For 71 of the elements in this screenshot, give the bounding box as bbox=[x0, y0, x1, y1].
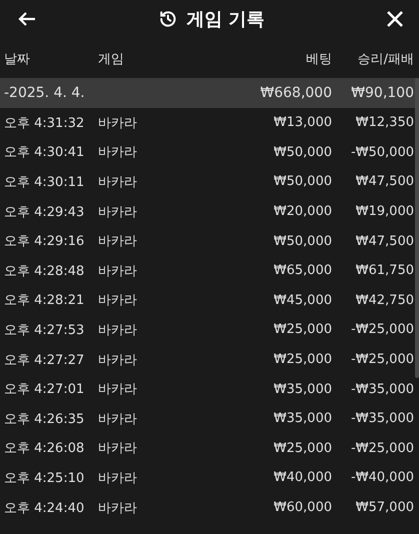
game-cell-text: 바카라 bbox=[97, 174, 138, 191]
bet-cell-text: ₩50,000 bbox=[272, 234, 332, 249]
bet-cell-text: ₩35,000 bbox=[272, 382, 332, 397]
time-cell-text: 오후 4:28:48 bbox=[4, 262, 86, 280]
date-group-row[interactable]: -2025. 4. 4. ₩668,000 ₩90,100 bbox=[0, 78, 419, 108]
time-cell-text: 오후 4:28:21 bbox=[4, 292, 86, 310]
result-cell-text: ₩47,500 bbox=[354, 174, 414, 190]
game-cell-text: 바카라 bbox=[97, 440, 138, 458]
game-cell-text: 바카라 bbox=[97, 204, 138, 221]
time-cell-text: 오후 4:25:10 bbox=[4, 470, 86, 487]
game-cell-text: 바카라 bbox=[97, 500, 138, 517]
time-cell-text: 오후 4:27:01 bbox=[4, 381, 86, 398]
game-cell-text: 바카라 bbox=[97, 352, 138, 369]
result-cell-text: ₩42,750 bbox=[354, 292, 414, 308]
game-cell-text: 바카라 bbox=[97, 114, 138, 132]
result-cell-text: -₩25,000 bbox=[350, 440, 414, 456]
game-cell-text: 바카라 bbox=[97, 262, 138, 280]
result-cell-text: -₩35,000 bbox=[350, 382, 414, 397]
time-cell-text: 오후 4:30:11 bbox=[4, 174, 86, 191]
game-cell-text: 바카라 bbox=[97, 233, 138, 250]
bet-cell-text: ₩50,000 bbox=[272, 144, 332, 160]
result-cell-text: ₩57,000 bbox=[354, 500, 414, 516]
bet-cell-text: ₩60,000 bbox=[272, 500, 332, 516]
game-cell-text: 바카라 bbox=[97, 292, 138, 310]
result-cell-text: ₩19,000 bbox=[354, 204, 414, 220]
group-date: -2025. 4. 4. bbox=[4, 85, 86, 101]
bet-cell-text: ₩20,000 bbox=[272, 204, 332, 220]
close-icon bbox=[387, 11, 403, 27]
time-cell-text: 오후 4:27:27 bbox=[4, 352, 86, 369]
game-cell-text: 바카라 bbox=[97, 470, 138, 487]
game-cell-text: 바카라 bbox=[97, 410, 138, 428]
bet-cell-text: ₩65,000 bbox=[272, 263, 332, 278]
column-header: 베팅 bbox=[305, 51, 332, 68]
bet-cell-text: ₩25,000 bbox=[272, 322, 332, 338]
time-cell-text: 오후 4:30:41 bbox=[4, 144, 86, 162]
time-cell-text: 오후 4:24:40 bbox=[4, 500, 86, 517]
result-cell-text: -₩25,000 bbox=[350, 352, 414, 368]
time-cell-text: 오후 4:31:32 bbox=[4, 114, 86, 132]
result-cell-text: -₩25,000 bbox=[350, 322, 414, 338]
bet-cell-text: ₩25,000 bbox=[272, 352, 332, 368]
game-cell-text: 바카라 bbox=[97, 322, 138, 339]
group-bet-total: ₩668,000 bbox=[259, 85, 332, 101]
result-cell-text: -₩50,000 bbox=[350, 144, 414, 160]
bet-cell-text: ₩40,000 bbox=[272, 470, 332, 486]
bet-cell-text: ₩35,000 bbox=[272, 411, 332, 426]
bet-cell-text: ₩13,000 bbox=[272, 115, 332, 130]
time-cell-text: 오후 4:27:53 bbox=[4, 322, 86, 339]
close-button[interactable] bbox=[387, 11, 403, 27]
history-icon bbox=[158, 9, 178, 29]
bet-cell-text: ₩25,000 bbox=[272, 440, 332, 456]
game-cell-text: 바카라 bbox=[97, 381, 138, 398]
bet-cell-text: ₩45,000 bbox=[272, 292, 332, 308]
scrollbar[interactable] bbox=[415, 78, 419, 378]
column-header: 게임 bbox=[97, 51, 125, 68]
column-header: 날짜 bbox=[4, 51, 31, 68]
group-result-total: ₩90,100 bbox=[350, 85, 414, 101]
time-cell-text: 오후 4:26:35 bbox=[4, 410, 86, 428]
result-cell-text: -₩40,000 bbox=[350, 470, 414, 486]
column-header: 승리/패배 bbox=[356, 51, 414, 68]
window-title: 게임 기록 bbox=[186, 8, 265, 31]
result-cell-text: ₩12,350 bbox=[354, 115, 414, 130]
result-cell-text: ₩61,750 bbox=[354, 263, 414, 278]
result-cell-text: -₩35,000 bbox=[350, 411, 414, 426]
time-cell-text: 오후 4:26:08 bbox=[4, 440, 86, 458]
time-cell-text: 오후 4:29:16 bbox=[4, 233, 86, 250]
bet-cell-text: ₩50,000 bbox=[272, 174, 332, 190]
result-cell-text: ₩47,500 bbox=[354, 234, 414, 249]
game-cell-text: 바카라 bbox=[97, 144, 138, 162]
time-cell-text: 오후 4:29:43 bbox=[4, 204, 86, 221]
back-button[interactable] bbox=[18, 11, 36, 27]
back-arrow-icon bbox=[18, 11, 36, 27]
